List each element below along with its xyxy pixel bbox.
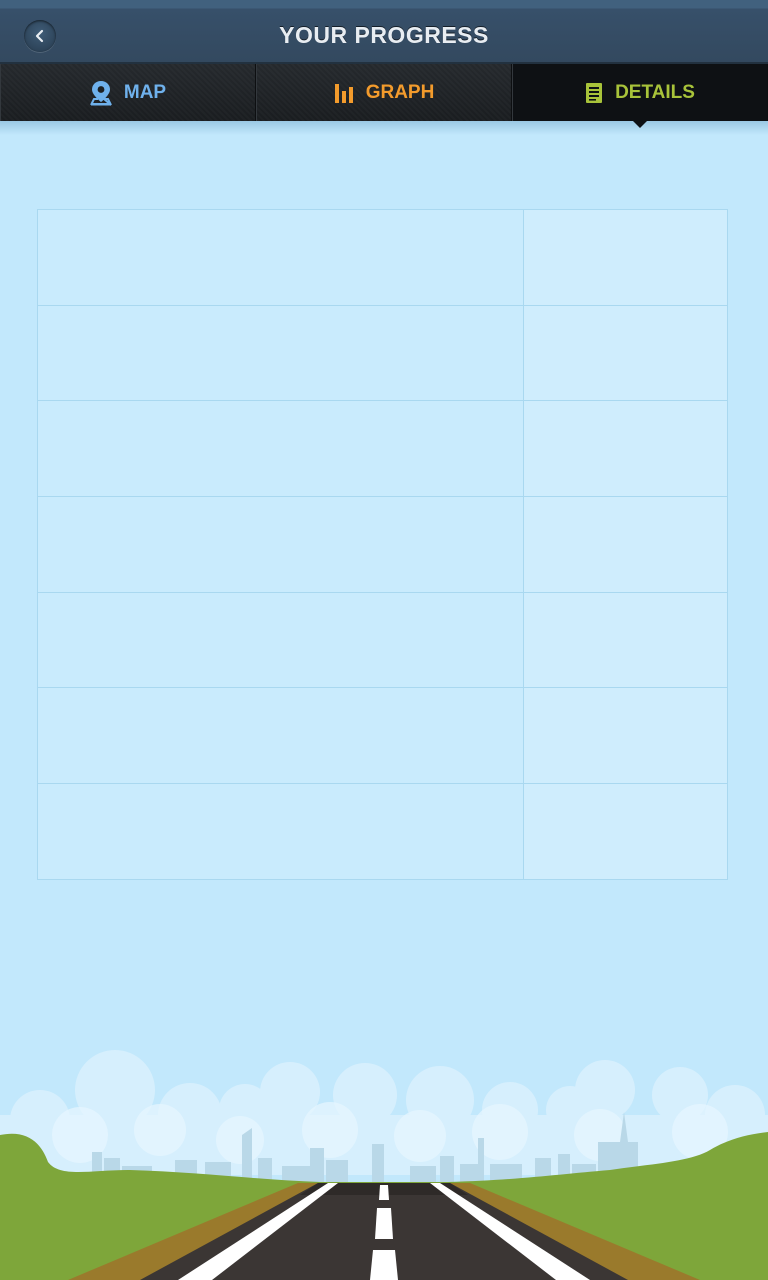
row-label <box>36 209 525 306</box>
table-row <box>36 783 728 880</box>
details-table <box>36 209 728 880</box>
active-tab-pointer <box>633 121 647 128</box>
table-row <box>36 400 728 498</box>
table-row <box>36 304 728 402</box>
table-row <box>36 687 728 785</box>
tab-graph-label: GRAPH <box>365 81 435 103</box>
tab-map-label: MAP <box>123 81 167 103</box>
row-value <box>523 687 728 785</box>
row-value <box>523 400 728 498</box>
table-row <box>36 591 728 689</box>
row-label <box>36 687 525 785</box>
row-label <box>36 400 525 498</box>
tab-map[interactable]: MAP <box>0 64 256 121</box>
bar-chart-icon <box>334 83 353 103</box>
row-label <box>36 591 525 689</box>
tab-bar: MAP GRAPH DETAILS <box>0 64 768 128</box>
row-value <box>523 304 728 402</box>
table-row <box>36 496 728 593</box>
map-pin-icon <box>89 80 112 106</box>
document-list-icon <box>586 82 603 103</box>
tab-details[interactable]: DETAILS <box>512 64 768 128</box>
row-value <box>523 783 728 880</box>
road-landscape-illustration <box>0 1050 768 1280</box>
page-title: YOUR PROGRESS <box>279 22 489 48</box>
table-row <box>36 209 728 306</box>
top-bar: YOUR PROGRESS <box>0 0 768 64</box>
row-label <box>36 783 525 880</box>
row-value <box>523 496 728 593</box>
row-value <box>523 209 728 306</box>
content-top-shadow <box>0 121 768 135</box>
tab-graph[interactable]: GRAPH <box>256 64 512 121</box>
tab-details-label: DETAILS <box>615 81 695 103</box>
row-label <box>36 496 525 593</box>
row-label <box>36 304 525 402</box>
row-value <box>523 591 728 689</box>
